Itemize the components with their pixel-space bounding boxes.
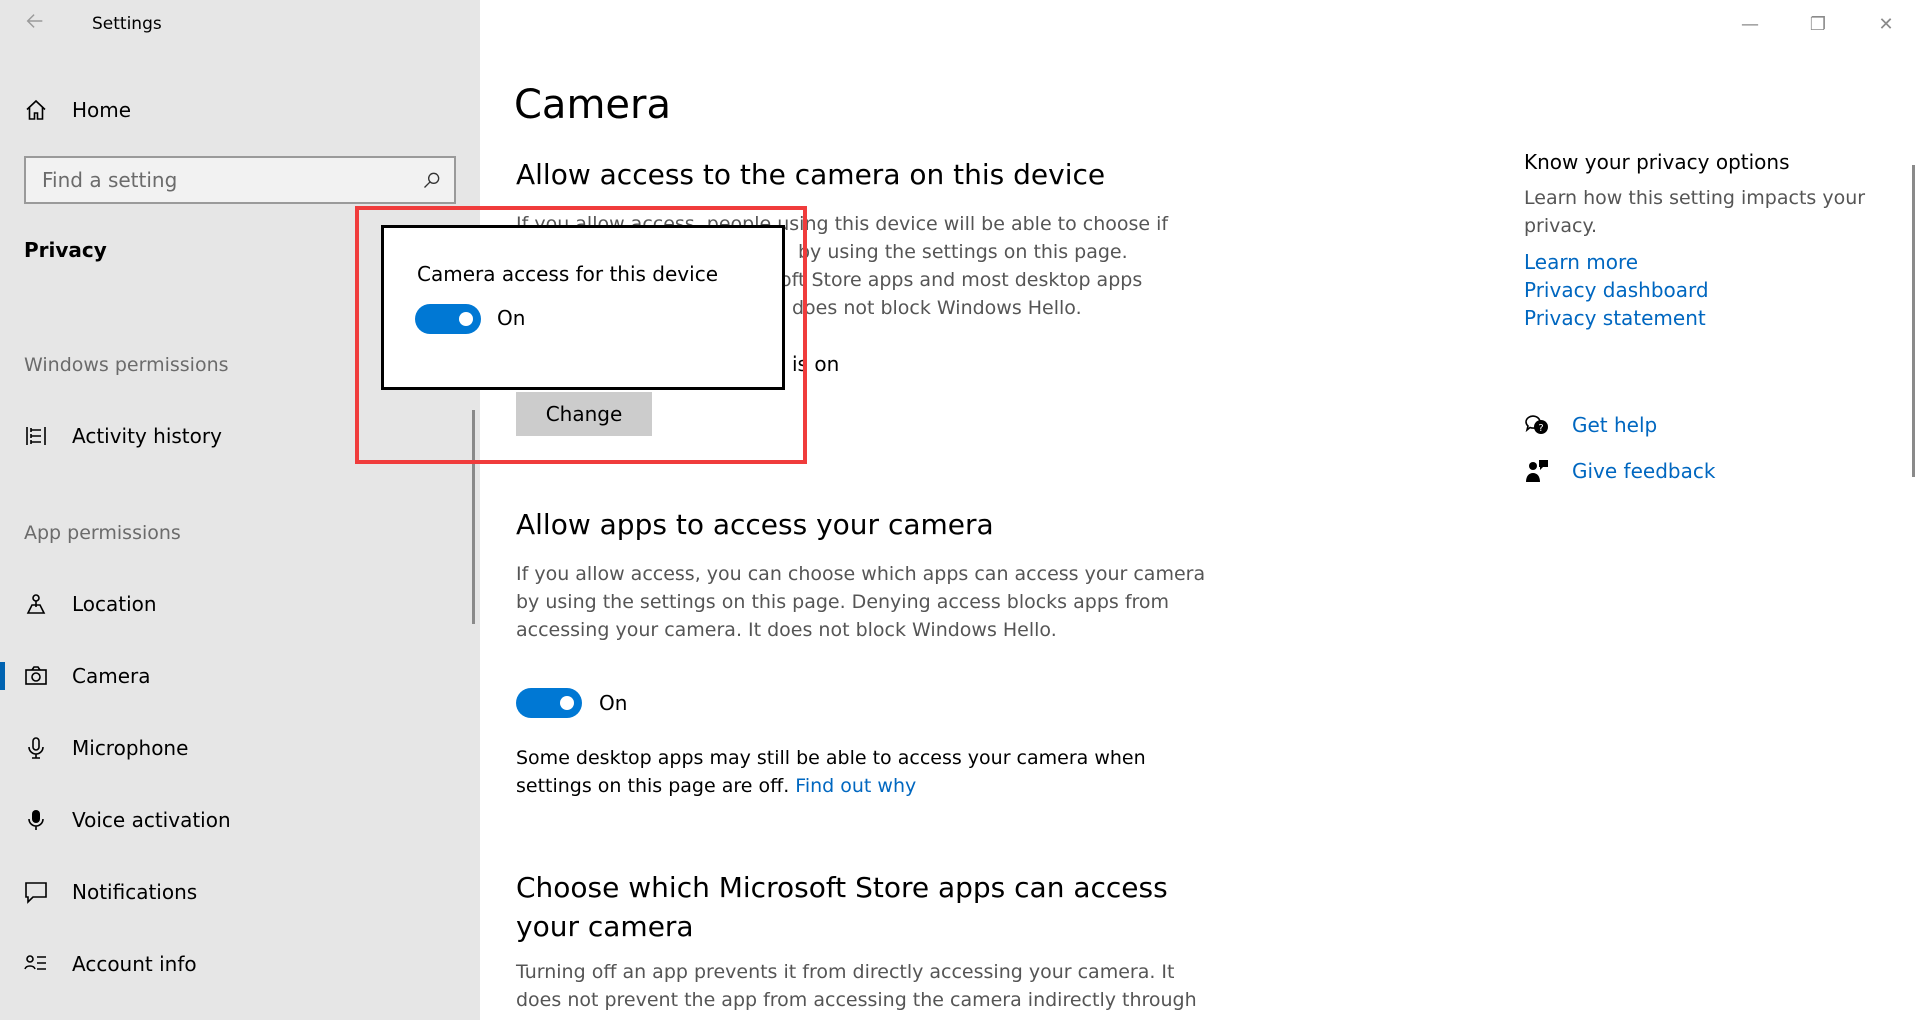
app-permissions-label: App permissions	[24, 522, 181, 544]
desktop-apps-note: Some desktop apps may still be able to a…	[516, 744, 1206, 800]
search-placeholder: Find a setting	[42, 168, 178, 192]
give-feedback-icon	[1526, 460, 1548, 482]
restore-button[interactable]: ❐	[1784, 0, 1852, 48]
sidebar-item-label: Camera	[72, 664, 151, 688]
get-help-row[interactable]: ? Get help	[1524, 412, 1657, 438]
notifications-icon	[25, 882, 47, 904]
activity-history-icon	[26, 427, 46, 445]
sidebar-item-voice-activation[interactable]: Voice activation	[0, 796, 480, 844]
svg-text:?: ?	[1538, 423, 1543, 434]
apps-access-toggle[interactable]	[516, 688, 582, 718]
get-help-link[interactable]: Get help	[1572, 413, 1657, 437]
window-controls: — ❐ ✕	[1716, 0, 1920, 48]
camera-icon	[25, 666, 47, 685]
home-label: Home	[72, 98, 132, 122]
privacy-options-heading: Know your privacy options	[1524, 150, 1790, 174]
minimize-button[interactable]: —	[1716, 0, 1784, 48]
privacy-statement-link[interactable]: Privacy statement	[1524, 304, 1884, 332]
sidebar-item-account-info[interactable]: Account info	[0, 940, 480, 988]
close-button[interactable]: ✕	[1852, 0, 1920, 48]
privacy-dashboard-link[interactable]: Privacy dashboard	[1524, 276, 1884, 304]
toggle-knob	[560, 696, 574, 710]
device-access-text-line4: does not block Windows Hello.	[792, 297, 1082, 319]
sidebar-item-label: Activity history	[72, 424, 222, 448]
sidebar-item-label: Account info	[72, 952, 197, 976]
account-info-icon	[24, 955, 46, 970]
home-nav-item[interactable]: Home	[24, 92, 131, 128]
section-title-privacy: Privacy	[24, 238, 107, 262]
location-icon	[26, 594, 46, 614]
main-content: — ❐ ✕ Camera Allow access to the camera …	[480, 0, 1920, 1020]
sidebar-item-label: Location	[72, 592, 157, 616]
privacy-options-description: Learn how this setting impacts your priv…	[1524, 187, 1866, 237]
learn-more-link[interactable]: Learn more	[1524, 248, 1884, 276]
selection-indicator	[0, 662, 5, 690]
apps-access-heading: Allow apps to access your camera	[516, 508, 994, 541]
device-access-heading: Allow access to the camera on this devic…	[516, 158, 1106, 191]
back-arrow-icon[interactable]	[24, 10, 52, 38]
voice-activation-icon	[28, 810, 44, 830]
search-input[interactable]: Find a setting	[24, 156, 456, 204]
sidebar-item-camera[interactable]: Camera	[0, 652, 480, 700]
microphone-icon	[28, 737, 44, 759]
give-feedback-link[interactable]: Give feedback	[1572, 459, 1715, 483]
search-icon[interactable]	[422, 170, 442, 190]
device-access-text-line3: oft Store apps and most desktop apps	[780, 269, 1143, 291]
sidebar-item-notifications[interactable]: Notifications	[0, 868, 480, 916]
sidebar-item-location[interactable]: Location	[0, 580, 480, 628]
app-title: Settings	[92, 14, 162, 34]
sidebar-item-label: Microphone	[72, 736, 189, 760]
apps-access-description: If you allow access, you can choose whic…	[516, 563, 1206, 641]
main-scrollbar[interactable]	[1912, 165, 1915, 477]
sidebar: Settings Home Find a setting Privacy Win…	[0, 0, 480, 1020]
highlight-box	[355, 206, 807, 464]
apps-access-toggle-label: On	[599, 691, 628, 715]
sidebar-item-label: Notifications	[72, 880, 198, 904]
store-apps-description: Turning off an app prevents it from dire…	[516, 961, 1197, 1011]
title-bar: Settings	[0, 0, 480, 50]
find-out-why-link[interactable]: Find out why	[795, 775, 916, 797]
windows-permissions-label: Windows permissions	[24, 354, 229, 376]
give-feedback-row[interactable]: Give feedback	[1524, 458, 1715, 484]
device-access-text-line2: by using the settings on this page.	[798, 241, 1128, 263]
sidebar-item-label: Voice activation	[72, 808, 231, 832]
page-title: Camera	[514, 82, 671, 128]
home-icon	[26, 99, 46, 120]
store-apps-heading: Choose which Microsoft Store apps can ac…	[516, 871, 1168, 943]
sidebar-item-microphone[interactable]: Microphone	[0, 724, 480, 772]
privacy-options-panel: Know your privacy options Learn how this…	[1524, 150, 1884, 332]
get-help-icon: ?	[1525, 415, 1548, 434]
